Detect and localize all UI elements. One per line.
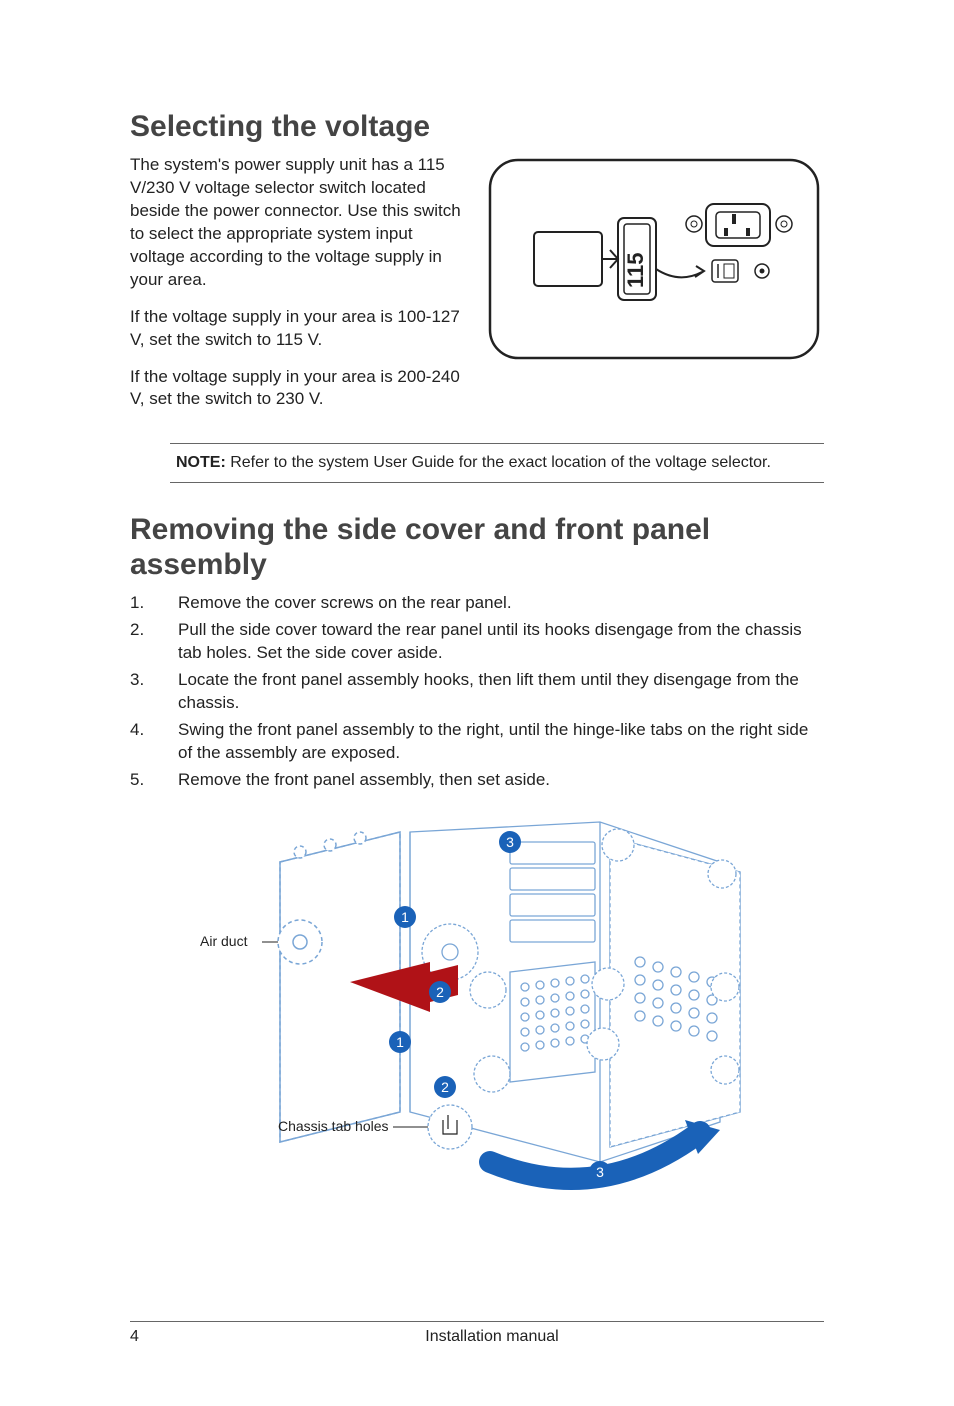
step-text: Remove the front panel assembly, then se… — [178, 769, 550, 792]
section1-para3: If the voltage supply in your area is 20… — [130, 366, 464, 412]
section1-para1: The system's power supply unit has a 115… — [130, 154, 464, 292]
note-box: NOTE: Refer to the system User Guide for… — [170, 443, 824, 483]
section1-text-column: The system's power supply unit has a 115… — [130, 154, 464, 425]
step-number: 2. — [130, 619, 178, 665]
chassis-illustration: 1 1 2 2 3 3 — [200, 812, 755, 1192]
page: Selecting the voltage The system's power… — [0, 0, 954, 1406]
chassis-tab-holes-label: Chassis tab holes — [278, 1118, 389, 1134]
section2-title: Removing the side cover and front panel … — [130, 513, 824, 582]
section1-title: Selecting the voltage — [130, 110, 824, 144]
footer-center-text: Installation manual — [160, 1328, 824, 1346]
air-duct-label: Air duct — [200, 933, 248, 949]
step-number: 4. — [130, 719, 178, 765]
step-text: Locate the front panel assembly hooks, t… — [178, 669, 824, 715]
steps-list: 1.Remove the cover screws on the rear pa… — [130, 592, 824, 792]
note-text: Refer to the system User Guide for the e… — [226, 454, 771, 471]
callout-1b: 1 — [389, 1031, 411, 1053]
callout-2b: 2 — [434, 1076, 456, 1098]
psu-illustration: 115 — [484, 154, 824, 364]
callout-3a: 3 — [499, 831, 521, 853]
callout-2a: 2 — [429, 981, 451, 1003]
voltage-switch-label: 115 — [623, 253, 648, 289]
step-item: 3.Locate the front panel assembly hooks,… — [130, 669, 824, 715]
svg-text:3: 3 — [596, 1164, 604, 1180]
section1-row: The system's power supply unit has a 115… — [130, 154, 824, 425]
step-text: Swing the front panel assembly to the ri… — [178, 719, 824, 765]
svg-text:3: 3 — [506, 834, 514, 850]
svg-text:1: 1 — [401, 909, 409, 925]
section1-para2: If the voltage supply in your area is 10… — [130, 306, 464, 352]
step-item: 2.Pull the side cover toward the rear pa… — [130, 619, 824, 665]
note-label: NOTE: — [176, 454, 226, 471]
step-text: Pull the side cover toward the rear pane… — [178, 619, 824, 665]
step-item: 4.Swing the front panel assembly to the … — [130, 719, 824, 765]
svg-text:2: 2 — [436, 984, 444, 1000]
step-item: 5.Remove the front panel assembly, then … — [130, 769, 824, 792]
page-footer: 4 Installation manual — [130, 1321, 824, 1346]
step-number: 3. — [130, 669, 178, 715]
step-item: 1.Remove the cover screws on the rear pa… — [130, 592, 824, 615]
page-number: 4 — [130, 1328, 160, 1346]
svg-text:2: 2 — [441, 1079, 449, 1095]
step-text: Remove the cover screws on the rear pane… — [178, 592, 512, 615]
step-number: 5. — [130, 769, 178, 792]
callout-1a: 1 — [394, 906, 416, 928]
callout-3d: 3 — [589, 1161, 611, 1183]
step-number: 1. — [130, 592, 178, 615]
svg-text:1: 1 — [396, 1034, 404, 1050]
